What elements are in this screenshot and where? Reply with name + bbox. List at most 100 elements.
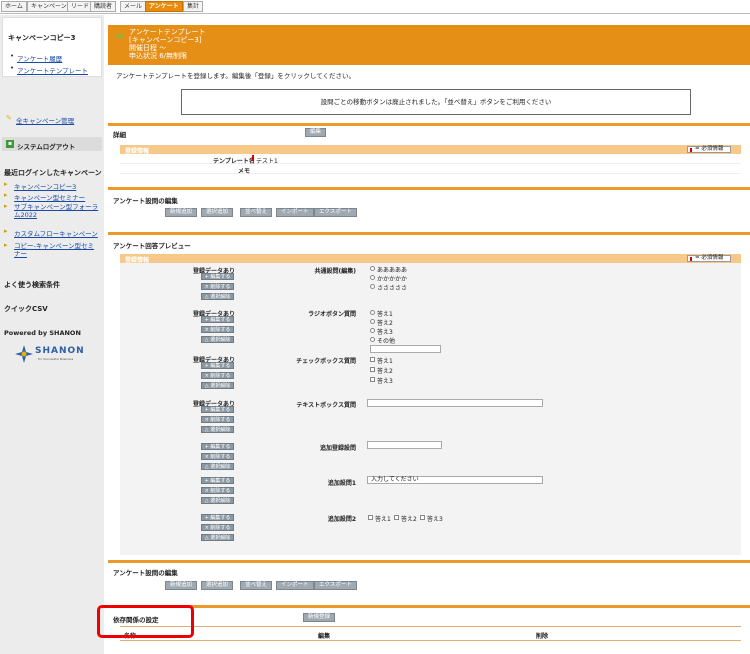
radio-option[interactable] (370, 337, 375, 342)
option-label: 答え3 (377, 329, 393, 336)
bullet-icon: • (10, 52, 15, 60)
preview-title: アンケート回答プレビュー (113, 242, 191, 250)
page-header: ❧ アンケートテンプレート [キャンペーンコピー3] 開催日程 〜 申込状況 6… (108, 25, 750, 65)
question-edit-title: アンケート設問の編集 (113, 569, 178, 577)
template-name-label: テンプレート名 (213, 158, 255, 165)
divider (108, 560, 750, 563)
delete-button[interactable]: × 削除する (201, 524, 234, 531)
delete-button[interactable]: × 削除する (201, 326, 234, 333)
checkbox-option[interactable] (394, 515, 399, 520)
divider (108, 123, 750, 126)
divider (120, 626, 741, 627)
logo-subtext: for Successful Business (38, 357, 74, 361)
recent-campaign-link[interactable]: サブキャンペーン型フォーラム2022 (14, 203, 102, 219)
edit-button[interactable]: + 編集する (201, 273, 234, 280)
divider (108, 187, 750, 190)
checkbox-option[interactable] (420, 515, 425, 520)
unselect-button[interactable]: △ 選択解除 (201, 463, 234, 470)
delete-button[interactable]: × 削除する (201, 283, 234, 290)
edit-button[interactable]: + 編集する (201, 406, 234, 413)
radio-option[interactable] (370, 310, 375, 315)
radio-option[interactable] (370, 275, 375, 280)
reorder-button[interactable]: 並べ替え (240, 208, 273, 217)
question-edit-title: アンケート設問の編集 (113, 197, 178, 205)
unselect-button[interactable]: △ 選択解除 (201, 426, 234, 433)
leaf-icon: ❧ (115, 29, 126, 43)
question-label: ラジオボタン質問 (308, 311, 356, 318)
edit-button[interactable]: + 編集する (201, 514, 234, 521)
textbox-input[interactable] (367, 399, 543, 407)
additional-input[interactable] (367, 441, 442, 449)
template-name-value: テスト1 (256, 158, 278, 165)
checkbox-option[interactable] (368, 515, 373, 520)
recent-campaign-link[interactable]: カスタムフローキャンペーン (14, 228, 98, 238)
required-mark (252, 155, 254, 161)
select-add-button[interactable]: 選択追加 (201, 581, 234, 590)
memo-label: メモ (238, 168, 251, 175)
top-nav: ホーム キャンペーン リード 購読者 メール アンケート 集計 (0, 0, 750, 14)
export-button[interactable]: エクスポート (314, 581, 357, 590)
detail-title: 詳細 (113, 131, 126, 139)
tab-mail[interactable]: メール (120, 1, 147, 12)
radio-option[interactable] (370, 284, 375, 289)
delete-button[interactable]: × 削除する (201, 416, 234, 423)
tab-home[interactable]: ホーム (1, 1, 27, 12)
edit-button[interactable]: + 編集する (201, 362, 234, 369)
unselect-button[interactable]: △ 選択解除 (201, 534, 234, 541)
add-new-button[interactable]: 新規追加 (165, 581, 198, 590)
checkbox-option[interactable] (370, 377, 375, 382)
recent-campaign-link[interactable]: キャンペーンコピー3 (14, 181, 76, 191)
import-button[interactable]: インポート (276, 208, 314, 217)
export-button[interactable]: エクスポート (314, 208, 357, 217)
unselect-button[interactable]: △ 選択解除 (201, 382, 234, 389)
sidebar-logout[interactable]: システムログアウト (17, 141, 75, 151)
edit-button[interactable]: + 編集する (201, 443, 234, 450)
delete-button[interactable]: × 削除する (201, 487, 234, 494)
option-label: 答え1 (377, 311, 393, 318)
option-label: その他 (377, 338, 396, 345)
tab-survey[interactable]: アンケート (145, 1, 183, 12)
quick-csv-title[interactable]: クイックCSV (4, 304, 48, 314)
recent-campaign-link[interactable]: キャンペーン型セミナー (14, 192, 85, 202)
option-label: 答え1 (377, 358, 393, 365)
sidebar-link-survey-template[interactable]: アンケートテンプレート (17, 65, 88, 75)
additional-q1-input[interactable]: 入力してください (367, 476, 543, 484)
edit-button[interactable]: + 編集する (201, 477, 234, 484)
question-label: 追加設問1 (327, 480, 356, 487)
saved-search-title[interactable]: よく使う検索条件 (4, 280, 60, 290)
sidebar-link-all-campaigns[interactable]: 全キャンペーン管理 (16, 115, 74, 125)
question-label: 追加登録設問 (319, 445, 356, 452)
checkbox-option[interactable] (370, 367, 375, 372)
import-button[interactable]: インポート (276, 581, 314, 590)
shanon-logo-icon (15, 345, 33, 363)
add-new-button[interactable]: 新規追加 (165, 208, 198, 217)
delete-button[interactable]: × 削除する (201, 372, 234, 379)
delete-button[interactable]: × 削除する (201, 453, 234, 460)
reorder-button[interactable]: 並べ替え (240, 581, 273, 590)
radio-option[interactable] (370, 328, 375, 333)
dependency-new-button[interactable]: 新規登録 (303, 613, 336, 622)
tab-campaign[interactable]: キャンペーン (27, 1, 71, 12)
unselect-button[interactable]: △ 選択解除 (201, 336, 234, 343)
other-text-input[interactable] (370, 345, 441, 353)
key-icon: ✎ (6, 114, 12, 122)
sidebar-link-survey-history[interactable]: アンケート履歴 (17, 53, 62, 63)
header-title: アンケートテンプレート (129, 28, 206, 36)
unselect-button[interactable]: △ 選択解除 (201, 497, 234, 504)
tab-subscriber[interactable]: 購読者 (90, 1, 117, 12)
option-label: さささささ (377, 285, 408, 292)
radio-option[interactable] (370, 266, 375, 271)
question-label: 共通設問(編集) (314, 268, 357, 275)
question-label: 追加設問2 (327, 516, 356, 523)
select-add-button[interactable]: 選択追加 (201, 208, 234, 217)
unselect-button[interactable]: △ 選択解除 (201, 293, 234, 300)
detail-edit-button[interactable]: 編集 (305, 128, 327, 137)
edit-button[interactable]: + 編集する (201, 316, 234, 323)
column-delete: 削除 (536, 633, 549, 640)
option-label: 答え3 (427, 516, 443, 523)
tab-stats[interactable]: 集計 (183, 1, 204, 12)
recent-campaign-link[interactable]: コピー-キャンペーン型セミナー (14, 242, 100, 258)
checkbox-option[interactable] (370, 357, 375, 362)
bullet-icon: • (10, 64, 15, 72)
radio-option[interactable] (370, 319, 375, 324)
